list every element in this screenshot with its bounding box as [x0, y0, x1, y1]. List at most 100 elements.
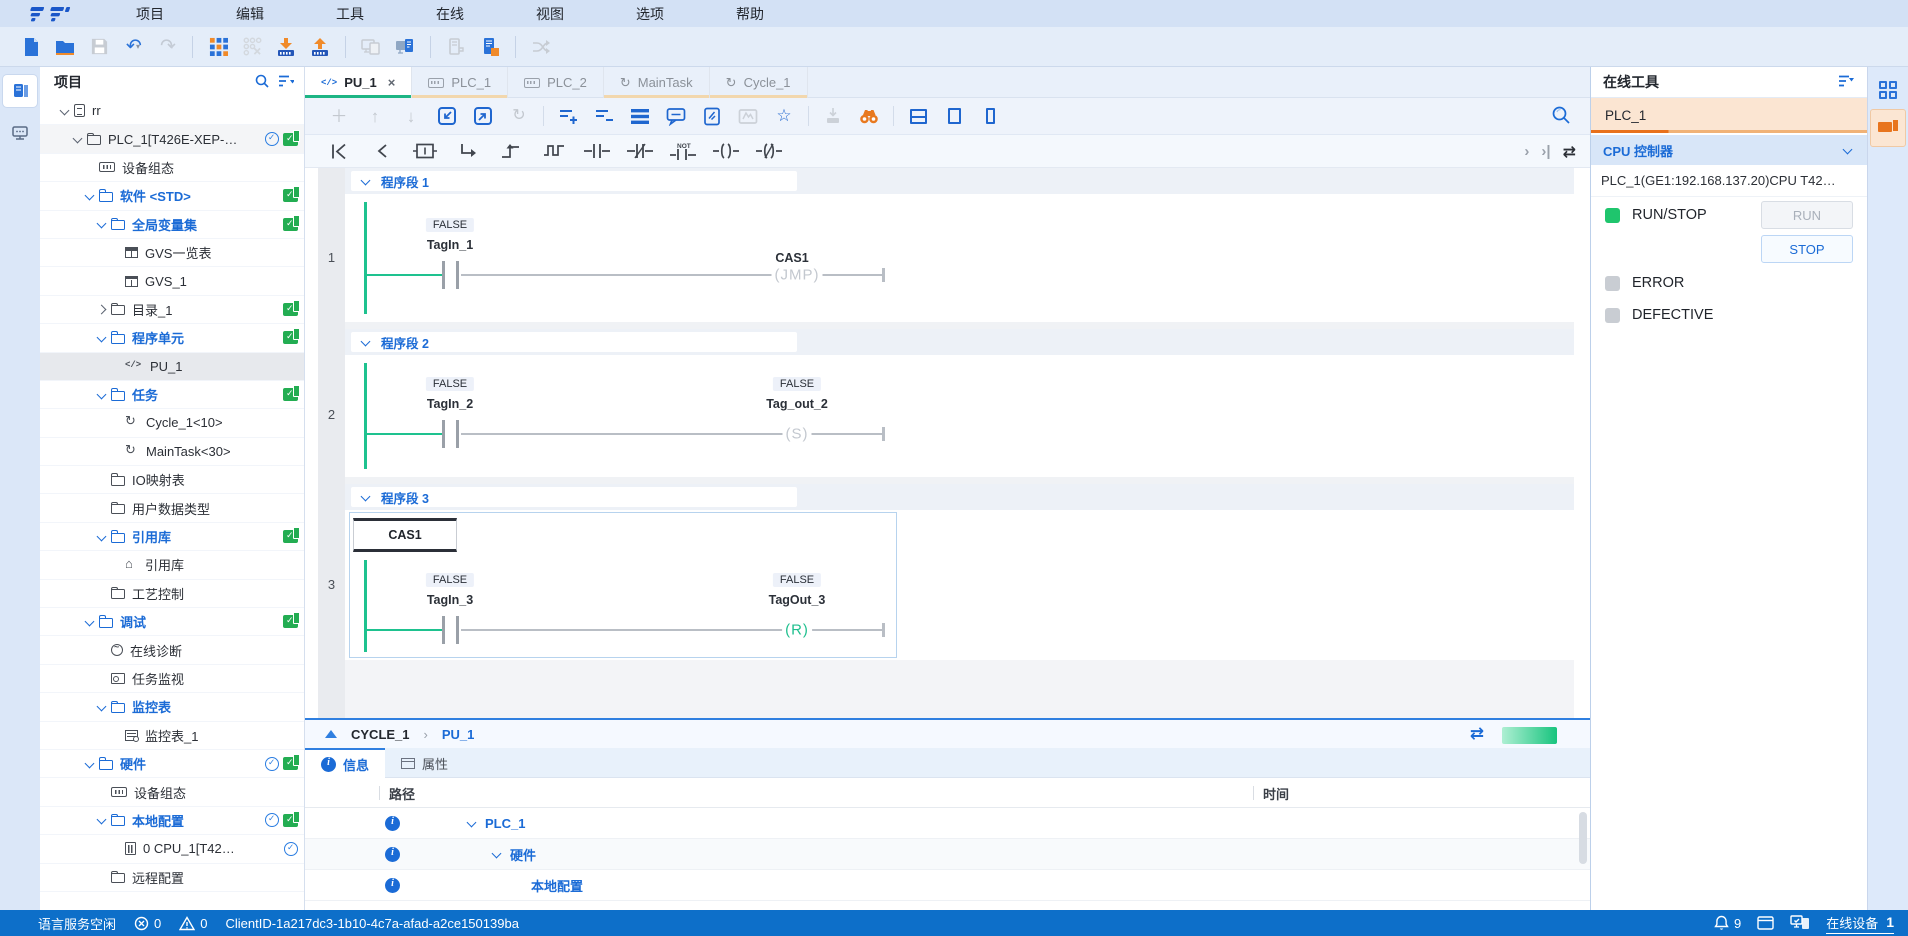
tree-item-device-config[interactable]: 设备组态 [40, 154, 304, 182]
tab-plc2[interactable]: PLC_2 [508, 67, 604, 98]
chevron-down-icon[interactable] [490, 848, 504, 861]
chevron-down-icon[interactable] [71, 133, 85, 146]
tree-item-pu1[interactable]: PU_1 [40, 353, 304, 381]
column-path[interactable]: 路径 [389, 784, 415, 803]
jmp-coil[interactable]: (JMP) [772, 267, 823, 284]
chevron-down-icon[interactable] [83, 757, 97, 770]
chevron-down-icon[interactable] [359, 175, 373, 188]
chevron-down-icon[interactable] [58, 104, 72, 117]
contact-icon[interactable] [442, 616, 445, 644]
instruction-box-icon[interactable] [403, 138, 446, 164]
chevron-right-icon[interactable] [95, 303, 109, 316]
chevron-down-icon[interactable] [359, 336, 373, 349]
refresh-icon[interactable]: ↻ [501, 102, 537, 130]
online-monitor-icon[interactable] [388, 31, 422, 63]
chevron-down-icon[interactable] [359, 491, 373, 504]
go-next-icon[interactable]: › [1524, 143, 1529, 160]
run-button[interactable]: RUN [1761, 201, 1853, 229]
reset-coil[interactable]: (R) [782, 622, 812, 639]
chevron-down-icon[interactable] [465, 817, 479, 830]
tree-item-ref-lib-child[interactable]: 引用库 [40, 551, 304, 579]
display-mode-icon[interactable] [622, 102, 658, 130]
chevron-down-icon[interactable] [95, 331, 109, 344]
tree-item-task-monitor[interactable]: 任务监视 [40, 665, 304, 693]
chevron-down-icon[interactable] [83, 189, 97, 202]
jump-label[interactable]: CAS1 [353, 518, 457, 552]
contact-tag[interactable]: TagIn_1 [427, 238, 473, 252]
activity-communication-icon[interactable] [3, 117, 37, 149]
scrollbar[interactable] [1579, 812, 1587, 864]
collapse-panel-icon[interactable] [325, 730, 337, 738]
contact-icon[interactable] [456, 420, 459, 448]
chevron-down-icon[interactable] [95, 814, 109, 827]
search-icon[interactable] [254, 73, 270, 92]
contact-tag[interactable]: TagIn_3 [427, 593, 473, 607]
delete-network-icon[interactable] [586, 102, 622, 130]
tree-item-remote-config[interactable]: 远程配置 [40, 864, 304, 892]
ladder-narrow-view-icon[interactable] [972, 102, 1008, 130]
search-icon[interactable] [1550, 104, 1572, 129]
tree-item-maintask[interactable]: MainTask<30> [40, 438, 304, 466]
contact-tag[interactable]: TagIn_2 [427, 397, 473, 411]
tree-item-rr[interactable]: rr [40, 97, 304, 125]
ladder-full-view-icon[interactable] [936, 102, 972, 130]
coil-icon[interactable] [704, 138, 747, 164]
negated-coil-icon[interactable] [747, 138, 790, 164]
variable-table-icon[interactable] [730, 102, 766, 130]
chevron-down-icon[interactable] [95, 530, 109, 543]
tree-item-tasks[interactable]: 任务 [40, 381, 304, 409]
tree-item-ref-lib[interactable]: 引用库 [40, 523, 304, 551]
tab-maintask[interactable]: ↻MainTask [604, 67, 710, 98]
column-time[interactable]: 时间 [1263, 784, 1289, 803]
nc-contact-icon[interactable] [618, 138, 661, 164]
tree-item-cycle1[interactable]: Cycle_1<10> [40, 409, 304, 437]
widgets-icon[interactable] [1879, 81, 1897, 99]
cpu-controller-section[interactable]: CPU 控制器 [1591, 135, 1867, 165]
tree-item-debug[interactable]: 调试 [40, 608, 304, 636]
menu-help[interactable]: 帮助 [700, 4, 800, 24]
move-up-icon[interactable]: ↑ [357, 102, 393, 130]
menu-online[interactable]: 在线 [400, 4, 500, 24]
annotation-icon[interactable] [694, 102, 730, 130]
upload-from-plc-icon[interactable] [303, 31, 337, 63]
tree-item-hw-device-config[interactable]: 设备组态 [40, 778, 304, 806]
coil-tag[interactable]: CAS1 [775, 251, 808, 265]
go-last-icon[interactable]: ›| [1541, 143, 1550, 160]
device-config-icon[interactable] [473, 31, 507, 63]
sync-view-icon[interactable]: ⇄ [1470, 724, 1484, 744]
tree-item-hardware[interactable]: 硬件 [40, 750, 304, 778]
chevron-down-icon[interactable] [95, 700, 109, 713]
tree-item-plc1[interactable]: PLC_1[T426E-XEP-… [40, 125, 304, 153]
contact-icon[interactable] [442, 261, 445, 289]
tree-item-global-vars[interactable]: 全局变量集 [40, 211, 304, 239]
menu-options[interactable]: 选项 [600, 4, 700, 24]
undo-icon[interactable]: ↶▾ [116, 31, 150, 63]
tree-item-local-config[interactable]: 本地配置 [40, 807, 304, 835]
tab-pu1[interactable]: </>PU_1× [305, 67, 412, 98]
go-previous-icon[interactable] [360, 138, 403, 164]
download-disabled-icon[interactable] [815, 102, 851, 130]
tree-item-watch-tables[interactable]: 监控表 [40, 693, 304, 721]
panel-layout-icon[interactable] [1757, 916, 1774, 930]
menu-project[interactable]: 项目 [100, 4, 200, 24]
download-to-plc-icon[interactable] [269, 31, 303, 63]
go-first-icon[interactable] [317, 138, 360, 164]
ladder-split-view-icon[interactable] [900, 102, 936, 130]
rising-edge-icon[interactable] [489, 138, 532, 164]
tree-item-gvs1[interactable]: GVS_1 [40, 267, 304, 295]
activity-project-icon[interactable] [3, 75, 37, 107]
open-project-icon[interactable] [48, 31, 82, 63]
pulse-icon[interactable] [532, 138, 575, 164]
contact-icon[interactable] [456, 616, 459, 644]
menu-view[interactable]: 视图 [500, 4, 600, 24]
tab-plc1[interactable]: PLC_1 [412, 67, 508, 98]
online-tools-strip-icon[interactable] [1870, 109, 1906, 147]
breadcrumb-task[interactable]: CYCLE_1 [351, 727, 410, 742]
tree-item-cpu1[interactable]: 0 CPU_1[T42… [40, 835, 304, 863]
tree-item-program-units[interactable]: 程序单元 [40, 324, 304, 352]
stop-button[interactable]: STOP [1761, 235, 1853, 263]
coil-tag[interactable]: TagOut_3 [769, 593, 826, 607]
close-icon[interactable]: × [388, 75, 396, 90]
tree-item-process-control[interactable]: 工艺控制 [40, 580, 304, 608]
online-device-icon[interactable] [1790, 915, 1810, 931]
